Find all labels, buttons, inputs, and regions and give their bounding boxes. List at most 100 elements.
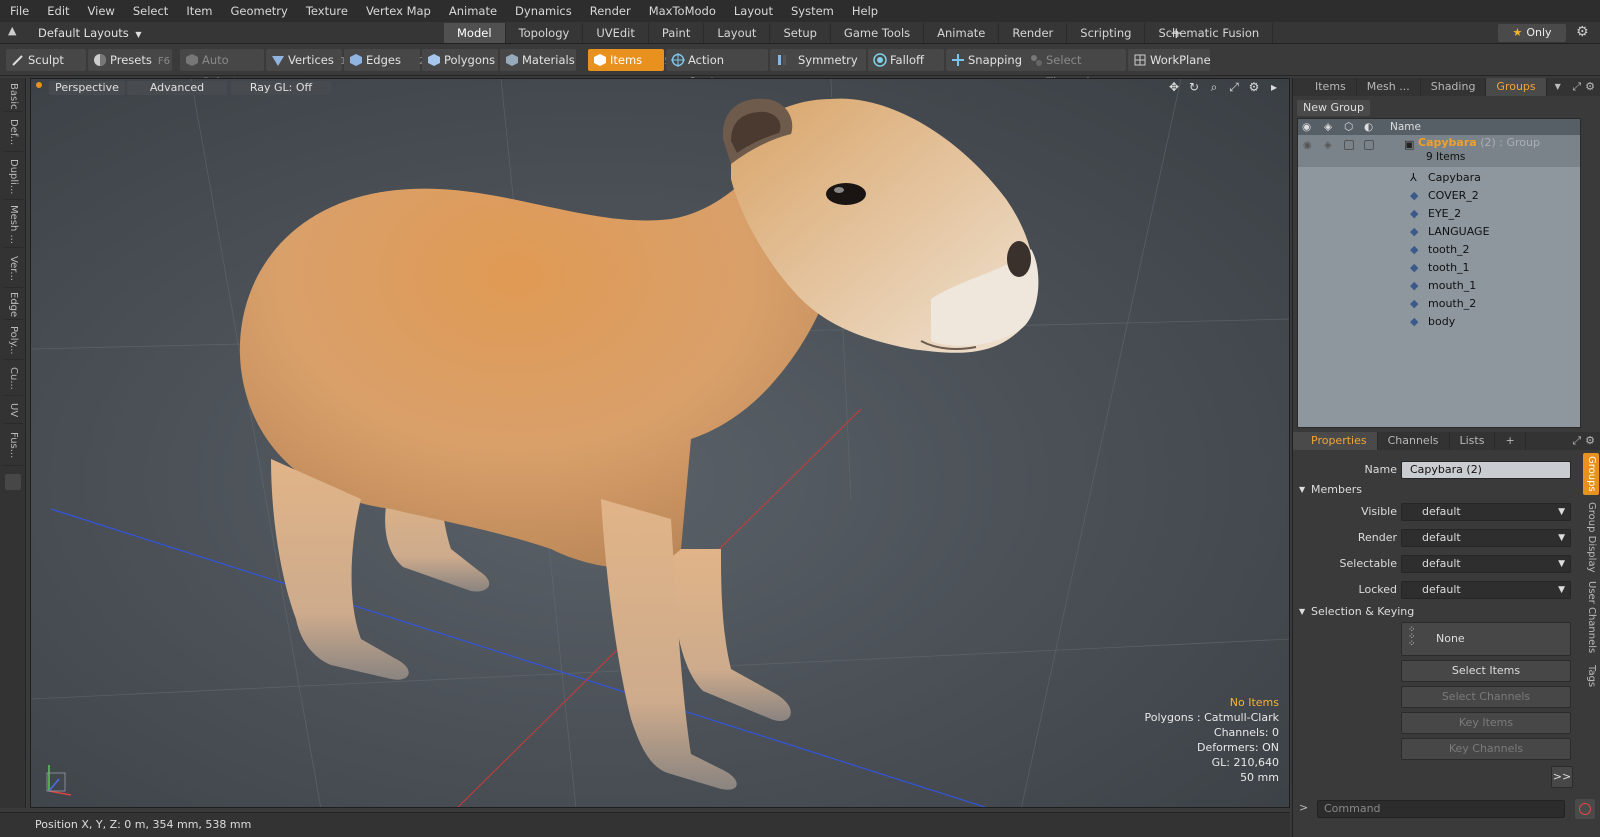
menu-help[interactable]: Help: [842, 0, 886, 22]
vertices-button[interactable]: Vertices1: [266, 49, 346, 71]
tab-fusion[interactable]: Fus...: [3, 426, 23, 466]
tab-uv[interactable]: UV: [3, 398, 23, 424]
gear-icon[interactable]: ⚙: [1247, 80, 1261, 94]
tab-basic[interactable]: Basic: [3, 82, 23, 112]
command-input[interactable]: Command: [1317, 800, 1565, 818]
select-through-button[interactable]: Select Through: [1024, 49, 1126, 89]
selection-keying-section[interactable]: ▼ Selection & Keying: [1299, 604, 1414, 620]
menu-dynamics[interactable]: Dynamics: [505, 0, 580, 22]
tab-game-tools[interactable]: Game Tools: [831, 23, 925, 43]
gear-icon[interactable]: ⚙: [1585, 432, 1600, 450]
render-toggle-icon[interactable]: ◈: [1324, 137, 1332, 155]
pan-icon[interactable]: ✥: [1167, 80, 1181, 94]
scene-canvas[interactable]: [31, 79, 1290, 808]
auto-select-button[interactable]: Auto Select: [180, 49, 264, 89]
add-tab-button[interactable]: +: [1170, 24, 1183, 42]
tree-item[interactable]: ◆ LANGUAGE: [1298, 223, 1580, 241]
tab-shading[interactable]: Shading: [1421, 78, 1487, 96]
tab-animate[interactable]: Animate: [924, 23, 1000, 43]
menu-texture[interactable]: Texture: [296, 0, 356, 22]
workplane-button[interactable]: WorkPlane: [1128, 49, 1211, 71]
zoom-icon[interactable]: ⌕: [1207, 80, 1221, 94]
materials-button[interactable]: Materials: [500, 49, 576, 71]
menu-render[interactable]: Render: [580, 0, 639, 22]
action-center-button[interactable]: Action Center: [666, 49, 768, 89]
group-name-field[interactable]: Capybara (2): [1401, 461, 1571, 479]
tab-mesh-edit[interactable]: Mesh ...: [3, 202, 23, 248]
side-tab-groups[interactable]: Groups: [1583, 453, 1599, 495]
maximize-icon[interactable]: ⤢: [1572, 78, 1585, 96]
tab-topology[interactable]: Topology: [506, 23, 584, 43]
gear-icon[interactable]: ⚙: [1585, 78, 1600, 96]
tree-item[interactable]: ◆ tooth_2: [1298, 241, 1580, 259]
sculpt-button[interactable]: Sculpt: [6, 49, 86, 71]
side-tab-tags[interactable]: Tags: [1583, 659, 1599, 693]
menu-select[interactable]: Select: [123, 0, 176, 22]
tab-mesh-ops[interactable]: Mesh ...: [1357, 78, 1421, 96]
tab-curve[interactable]: Cu...: [3, 362, 23, 396]
view-mode-dropdown[interactable]: Perspective: [49, 81, 125, 95]
tab-properties[interactable]: Properties: [1293, 432, 1378, 450]
tab-vertex[interactable]: Ver...: [3, 250, 23, 288]
maximize-icon[interactable]: ⤢: [1572, 432, 1585, 450]
tree-item[interactable]: ◆ body: [1298, 313, 1580, 331]
menu-layout[interactable]: Layout: [724, 0, 781, 22]
viewport-menu-dot[interactable]: [36, 82, 42, 88]
presets-button[interactable]: Presets F6: [88, 49, 172, 71]
key-channels-button[interactable]: Key Channels: [1401, 738, 1571, 760]
tab-deform[interactable]: Def...: [3, 114, 23, 152]
3d-viewport[interactable]: Perspective Advanced Ray GL: Off ✥ ↻ ⌕ ⤢…: [30, 78, 1290, 808]
new-group-button[interactable]: New Group: [1297, 100, 1370, 116]
tab-polygon[interactable]: Poly...: [3, 322, 23, 360]
only-button[interactable]: ★ Only: [1498, 24, 1566, 42]
symmetry-button[interactable]: Symmetry: [770, 49, 866, 71]
record-icon[interactable]: [1575, 799, 1595, 819]
falloff-button[interactable]: Falloff: [868, 49, 944, 71]
members-section[interactable]: ▼ Members: [1299, 482, 1362, 498]
tree-item[interactable]: ◆ COVER_2: [1298, 187, 1580, 205]
raygl-toggle[interactable]: Ray GL: Off: [231, 81, 331, 95]
none-preset-button[interactable]: ⁘ ⁘ ⁘ None: [1401, 622, 1571, 656]
tab-edge[interactable]: Edge: [3, 290, 23, 320]
tree-item[interactable]: ◆ mouth_1: [1298, 277, 1580, 295]
snapping-button[interactable]: Snapping: [946, 49, 1028, 71]
add-tab-button[interactable]: +: [1495, 432, 1526, 450]
tree-item[interactable]: ⅄ Capybara: [1298, 169, 1580, 187]
tab-uvedit[interactable]: UVEdit: [583, 23, 649, 43]
edges-button[interactable]: Edges2: [344, 49, 425, 71]
select-channels-button[interactable]: Select Channels: [1401, 686, 1571, 708]
tab-setup[interactable]: Setup: [770, 23, 831, 43]
polygons-button[interactable]: Polygons: [422, 49, 498, 71]
side-tab-user-channels[interactable]: User Channels: [1583, 579, 1599, 655]
tree-item[interactable]: ◆ tooth_1: [1298, 259, 1580, 277]
render-dropdown[interactable]: default ▼: [1401, 529, 1571, 547]
menu-system[interactable]: System: [781, 0, 842, 22]
toggle-panel-button[interactable]: [5, 474, 21, 490]
more-button[interactable]: >>: [1551, 766, 1573, 788]
tab-render[interactable]: Render: [999, 23, 1068, 43]
rotate-icon[interactable]: ↻: [1187, 80, 1201, 94]
chevron-down-icon[interactable]: ▼: [1547, 78, 1569, 96]
tab-layout[interactable]: Layout: [704, 23, 771, 43]
layout-selector[interactable]: Default Layouts ▼: [22, 24, 142, 42]
key-items-button[interactable]: Key Items: [1401, 712, 1571, 734]
tree-item[interactable]: ◆ EYE_2: [1298, 205, 1580, 223]
fit-icon[interactable]: ⤢: [1227, 80, 1241, 94]
lock-toggle-icon[interactable]: [1344, 140, 1354, 150]
tab-lists[interactable]: Lists: [1450, 432, 1496, 450]
select-items-button[interactable]: Select Items: [1401, 660, 1571, 682]
tab-duplicate[interactable]: Dupli...: [3, 154, 23, 200]
menu-vertex-map[interactable]: Vertex Map: [356, 0, 439, 22]
tab-groups[interactable]: Groups: [1486, 78, 1547, 96]
side-tab-group-display[interactable]: Group Display: [1583, 499, 1599, 575]
expand-right-icon[interactable]: ▸: [1267, 80, 1281, 94]
locked-dropdown[interactable]: default ▼: [1401, 581, 1571, 599]
menu-item[interactable]: Item: [176, 0, 220, 22]
tree-item[interactable]: ◆ mouth_2: [1298, 295, 1580, 313]
tab-model[interactable]: Model: [444, 23, 506, 43]
tab-channels[interactable]: Channels: [1378, 432, 1450, 450]
gear-icon[interactable]: ⚙: [1576, 24, 1589, 40]
menu-animate[interactable]: Animate: [439, 0, 505, 22]
menu-file[interactable]: File: [0, 0, 37, 22]
select-toggle-icon[interactable]: [1364, 140, 1374, 150]
